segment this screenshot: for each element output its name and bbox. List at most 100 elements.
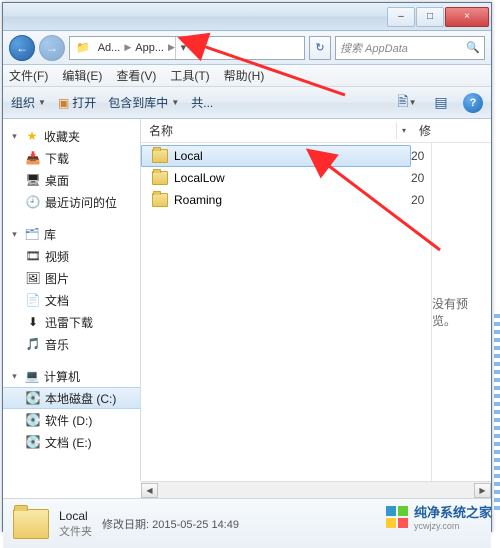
folder-icon: 📁: [72, 41, 94, 54]
file-row-local[interactable]: Local: [141, 145, 411, 167]
tree-label: 文档: [45, 292, 69, 309]
chevron-right-icon[interactable]: ▶: [168, 42, 175, 53]
minimize-button[interactable]: –: [387, 7, 415, 27]
favorites-group[interactable]: ▾ ★ 收藏夹: [3, 125, 140, 147]
star-icon: ★: [24, 128, 40, 144]
libraries-icon: 🗂: [24, 226, 40, 242]
drive-icon: 💽: [25, 412, 41, 428]
computer-group[interactable]: ▾ 💻 计算机: [3, 365, 140, 387]
open-button[interactable]: ▣ 打开: [58, 94, 96, 111]
tree-label: 库: [44, 226, 56, 243]
menu-edit[interactable]: 编辑(E): [62, 67, 102, 84]
file-date: 20: [411, 167, 431, 189]
details-mod-label: 修改日期:: [102, 519, 149, 531]
search-input[interactable]: 搜索 AppData 🔍: [335, 36, 485, 60]
file-list-pane: 名称 ▾ 修 Local LocalLow Roaming: [141, 119, 491, 481]
organize-button[interactable]: 组织 ▼: [11, 94, 46, 111]
computer-icon: 💻: [24, 368, 40, 384]
column-modified[interactable]: 修: [411, 122, 431, 139]
file-row-locallow[interactable]: LocalLow: [141, 167, 411, 189]
file-dates-column: 20 20 20: [411, 143, 431, 481]
menu-view[interactable]: 查看(V): [116, 67, 156, 84]
search-icon[interactable]: 🔍: [466, 41, 480, 54]
sidebar-item-music[interactable]: 🎵 音乐: [3, 333, 140, 355]
collapse-icon[interactable]: ▾: [9, 229, 20, 240]
sidebar-item-videos[interactable]: 🎞 视频: [3, 245, 140, 267]
scroll-right-button[interactable]: ▶: [474, 483, 491, 498]
details-type: 文件夹: [59, 523, 92, 539]
chevron-down-icon: ▼: [171, 98, 179, 107]
file-date: 20: [411, 189, 431, 211]
watermark-subtitle: ycwjzy.com: [414, 521, 492, 531]
include-label: 包含到库中: [108, 94, 168, 111]
details-mod-value: 2015-05-25 14:49: [152, 519, 239, 531]
sidebar-item-downloads[interactable]: 📥 下载: [3, 147, 140, 169]
tree-label: 图片: [45, 270, 69, 287]
sidebar-item-desktop[interactable]: 🖥 桌面: [3, 169, 140, 191]
folder-icon: [13, 509, 49, 539]
preview-empty-text: 没有预览。: [432, 295, 491, 329]
help-button[interactable]: ?: [463, 93, 483, 113]
scroll-left-button[interactable]: ◀: [141, 483, 158, 498]
file-row-roaming[interactable]: Roaming: [141, 189, 411, 211]
sidebar-item-thunder[interactable]: ⬇ 迅雷下载: [3, 311, 140, 333]
sidebar-item-recent[interactable]: 🕘 最近访问的位: [3, 191, 140, 213]
music-icon: 🎵: [25, 336, 41, 352]
view-options-button[interactable]: 🖹▼: [395, 91, 419, 115]
collapse-icon[interactable]: ▾: [9, 371, 20, 382]
decorative-accent: [494, 314, 500, 514]
tree-label: 迅雷下载: [45, 314, 93, 331]
share-button[interactable]: 共...: [191, 94, 213, 111]
file-name: Local: [174, 149, 203, 163]
forward-button[interactable]: →: [39, 35, 65, 61]
collapse-icon[interactable]: ▾: [9, 131, 20, 142]
tree-label: 文档 (E:): [45, 434, 92, 451]
menu-tools[interactable]: 工具(T): [170, 67, 209, 84]
maximize-button[interactable]: □: [416, 7, 444, 27]
back-button[interactable]: ←: [9, 35, 35, 61]
file-name: LocalLow: [174, 171, 225, 185]
thunder-icon: ⬇: [25, 314, 41, 330]
sidebar-item-documents[interactable]: 📄 文档: [3, 289, 140, 311]
horizontal-scrollbar[interactable]: ◀ ▶: [141, 481, 491, 498]
tree-label: 下载: [45, 150, 69, 167]
breadcrumb-segment[interactable]: App...: [131, 42, 168, 54]
tree-label: 收藏夹: [44, 128, 80, 145]
column-name[interactable]: 名称: [141, 122, 397, 139]
folder-icon: [152, 193, 168, 207]
libraries-group[interactable]: ▾ 🗂 库: [3, 223, 140, 245]
organize-label: 组织: [11, 94, 35, 111]
file-name: Roaming: [174, 193, 222, 207]
preview-pane-button[interactable]: ▤: [429, 91, 453, 115]
sidebar-item-disk-e[interactable]: 💽 文档 (E:): [3, 431, 140, 453]
share-label: 共...: [191, 94, 213, 111]
address-dropdown[interactable]: ▾: [175, 37, 191, 59]
close-button[interactable]: ×: [445, 7, 489, 27]
column-headers: 名称 ▾ 修: [141, 119, 491, 143]
sidebar-item-disk-d[interactable]: 💽 软件 (D:): [3, 409, 140, 431]
menu-help[interactable]: 帮助(H): [224, 67, 265, 84]
menu-file[interactable]: 文件(F): [9, 67, 48, 84]
address-bar[interactable]: 📁 Ad... ▶ App... ▶ ▾: [69, 36, 305, 60]
include-in-library-button[interactable]: 包含到库中 ▼: [108, 94, 179, 111]
drive-icon: 💽: [25, 390, 41, 406]
folder-icon: [152, 149, 168, 163]
tree-label: 本地磁盘 (C:): [45, 390, 116, 407]
command-bar: 组织 ▼ ▣ 打开 包含到库中 ▼ 共... 🖹▼ ▤ ?: [3, 87, 491, 119]
refresh-button[interactable]: ↻: [309, 36, 331, 60]
details-modified: 修改日期: 2015-05-25 14:49: [102, 516, 239, 532]
chevron-right-icon[interactable]: ▶: [124, 42, 131, 53]
watermark-title: 纯净系统之家: [414, 505, 492, 520]
details-name: Local: [59, 509, 92, 523]
file-list: Local LocalLow Roaming 20 20 20: [141, 143, 491, 481]
menu-bar: 文件(F) 编辑(E) 查看(V) 工具(T) 帮助(H): [3, 65, 491, 87]
tree-label: 软件 (D:): [45, 412, 92, 429]
navigation-pane: ▾ ★ 收藏夹 📥 下载 🖥 桌面 🕘 最近访问的位 ▾ 🗂 库: [3, 119, 141, 481]
file-date: 20: [411, 145, 431, 167]
sort-indicator-icon[interactable]: ▾: [397, 126, 411, 135]
chevron-down-icon: ▼: [38, 98, 46, 107]
folder-icon: [152, 171, 168, 185]
breadcrumb-segment[interactable]: Ad...: [94, 42, 125, 54]
sidebar-item-disk-c[interactable]: 💽 本地磁盘 (C:): [3, 387, 140, 409]
sidebar-item-pictures[interactable]: 🖼 图片: [3, 267, 140, 289]
